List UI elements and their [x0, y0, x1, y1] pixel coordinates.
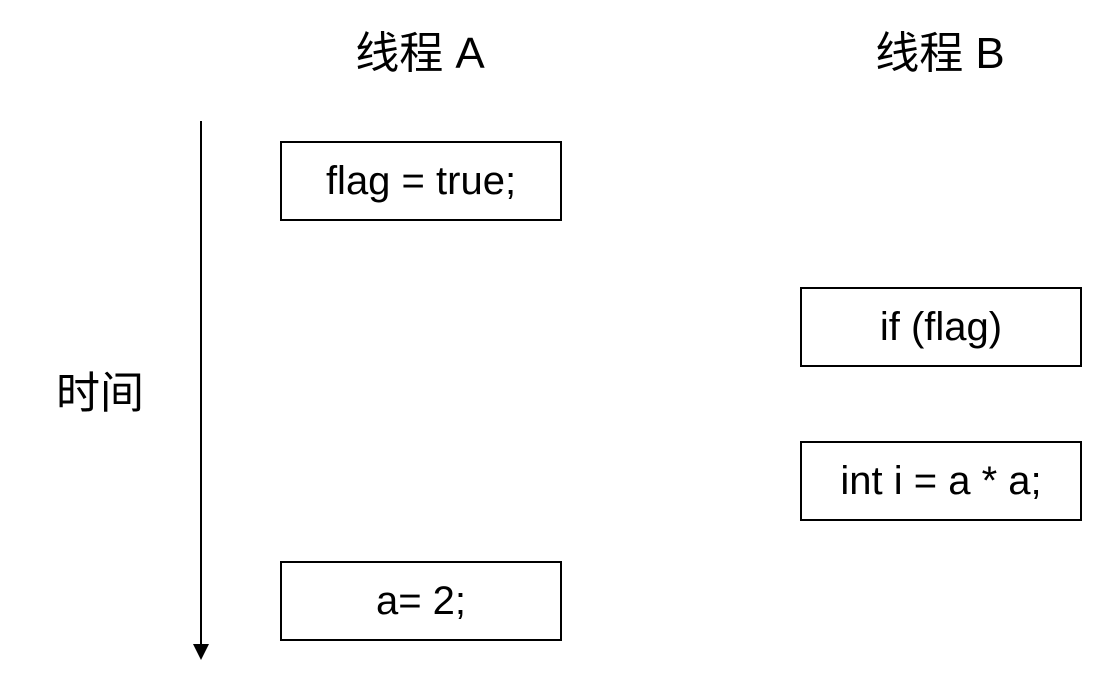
thread-b-statement-int-i: int i = a * a;: [800, 441, 1082, 521]
statement-text: flag = true;: [325, 158, 517, 203]
thread-b-statement-if-flag: if (flag): [800, 287, 1082, 367]
statement-text: if (flag): [879, 304, 1003, 349]
statement-text: a= 2;: [375, 578, 467, 623]
statement-text: int i = a * a;: [840, 458, 1042, 503]
thread-a-statement-a-2: a= 2;: [280, 561, 562, 641]
arrowhead-down-icon: [193, 644, 209, 660]
thread-a-statement-flag-true: flag = true;: [280, 141, 562, 221]
